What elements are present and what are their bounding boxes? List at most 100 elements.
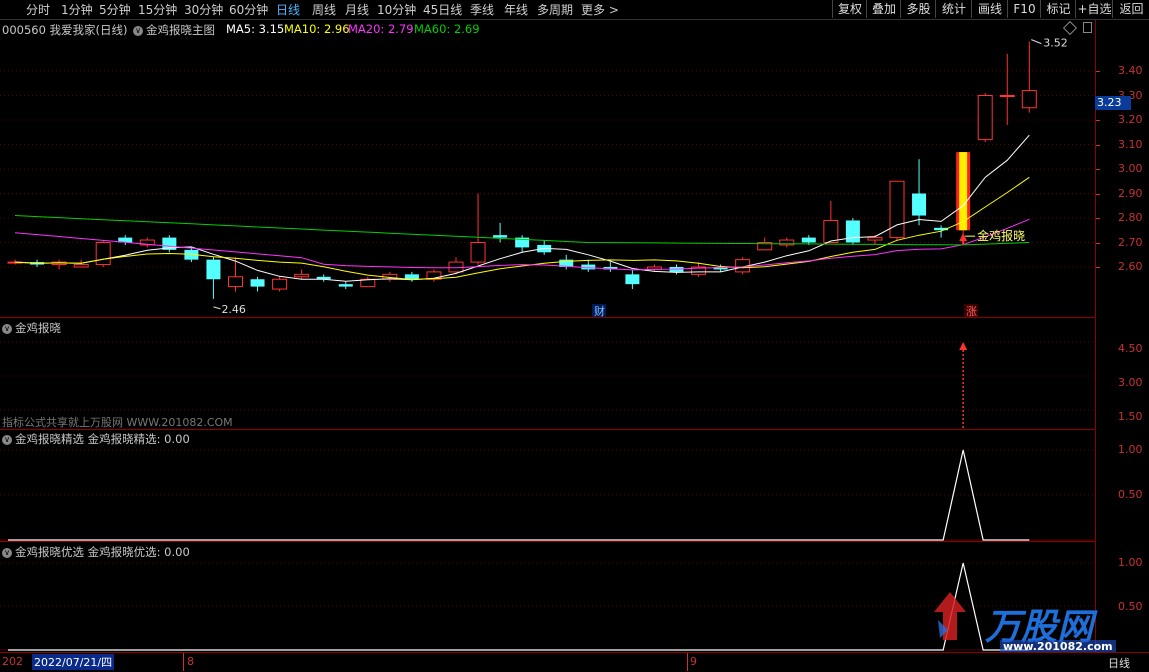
candle[interactable] — [316, 274, 331, 282]
toolbar-button[interactable]: F10 — [1007, 0, 1041, 18]
period-tab[interactable]: 更多 > — [581, 1, 619, 18]
candle[interactable] — [912, 159, 927, 226]
candle[interactable] — [294, 269, 310, 280]
period-tab[interactable]: 45日线 — [423, 1, 462, 18]
candle[interactable] — [581, 259, 596, 272]
period-tab[interactable]: 季线 — [470, 1, 494, 18]
candle[interactable] — [95, 240, 111, 267]
month-label: 9 — [690, 655, 697, 668]
candle[interactable] — [118, 235, 133, 245]
candle[interactable] — [625, 269, 640, 290]
price-tick: 2.80 — [1118, 211, 1143, 224]
svg-text:财: 财 — [594, 304, 605, 317]
tick-mark — [1096, 144, 1100, 146]
period-tab[interactable]: 1分钟 — [61, 1, 93, 18]
signal-label: 金鸡报晓 — [977, 228, 1025, 243]
candle[interactable] — [493, 222, 508, 243]
period-tab[interactable]: 年线 — [504, 1, 528, 18]
p2-ytick: 0.50 — [1118, 488, 1143, 501]
candle[interactable] — [537, 240, 552, 255]
price-tick: 2.60 — [1118, 260, 1143, 273]
high-price-label: 3.52 — [1043, 37, 1068, 50]
candle[interactable] — [51, 259, 67, 270]
candle[interactable] — [272, 276, 288, 292]
date-axis: 202 2022/07/21/四 8 9 日线 — [0, 652, 1149, 672]
candle[interactable] — [360, 276, 376, 288]
logo-arrow-icon — [930, 590, 970, 650]
svg-text:涨: 涨 — [966, 305, 977, 317]
price-axis: 3.40 3.30 3.20 3.10 3.00 2.90 2.80 2.70 2.60 — [1096, 20, 1149, 317]
toolbar-button[interactable]: +自选 — [1075, 0, 1113, 18]
candlestick-chart[interactable]: 3.52 2.46 金鸡报晓财 涨 — [0, 20, 1095, 317]
toolbar-button[interactable]: 复权 — [832, 0, 867, 18]
price-tick: 3.40 — [1118, 64, 1143, 77]
cursor-date: 2022/07/21/四 — [32, 654, 115, 670]
tick-mark — [1096, 71, 1100, 72]
period-tab[interactable]: 60分钟 — [229, 1, 268, 18]
month-tick — [687, 653, 688, 671]
up-arrow-icon — [959, 342, 968, 350]
candle[interactable] — [426, 269, 442, 282]
candle[interactable] — [139, 237, 155, 248]
tick-mark — [1096, 218, 1100, 219]
period-tab[interactable]: 分时 — [26, 1, 50, 18]
month-tick — [183, 653, 184, 671]
p2-ytick: 1.00 — [1118, 443, 1143, 456]
price-tick: 3.00 — [1118, 162, 1143, 175]
price-tick: 2.90 — [1118, 186, 1143, 200]
candle[interactable] — [977, 93, 993, 143]
candle[interactable] — [470, 193, 486, 265]
candle[interactable] — [206, 257, 221, 299]
price-tick: 2.70 — [1118, 235, 1143, 249]
candle[interactable] — [162, 235, 177, 253]
toolbar-button[interactable]: 多股 — [900, 0, 936, 18]
period-tab[interactable]: 日线 — [276, 1, 300, 18]
toolbar-button[interactable]: 返回 — [1112, 0, 1149, 18]
low-price-label: 2.46 — [221, 303, 246, 316]
candle[interactable] — [779, 237, 795, 248]
finance-badge[interactable]: 财 — [592, 304, 606, 317]
p3-ytick: 0.50 — [1118, 600, 1143, 613]
toolbar-button[interactable]: 标记 — [1040, 0, 1076, 18]
period-tab[interactable]: 15分钟 — [138, 1, 177, 18]
date-cut-label: 202 — [2, 655, 23, 668]
candle[interactable] — [404, 271, 419, 282]
candle[interactable] — [515, 235, 530, 253]
tick-mark — [1096, 242, 1100, 244]
toolbar-button[interactable]: 画线 — [971, 0, 1008, 18]
limit-up-badge[interactable]: 涨 — [964, 304, 978, 317]
period-label: 日线 — [1108, 657, 1130, 670]
panel-toggle-icon[interactable] — [1083, 22, 1092, 33]
candle[interactable] — [889, 180, 905, 241]
toolbar-button[interactable]: 叠加 — [866, 0, 901, 18]
candle[interactable] — [250, 276, 265, 292]
candle[interactable] — [228, 257, 243, 292]
period-tab[interactable]: 多周期 — [537, 1, 573, 18]
indicator-panel-2[interactable] — [0, 430, 1095, 541]
period-tab[interactable]: 月线 — [345, 1, 369, 18]
tick-mark — [1096, 120, 1100, 121]
candle[interactable] — [956, 152, 971, 236]
current-price-tag: 3.23 — [1095, 96, 1131, 110]
candle[interactable] — [999, 53, 1015, 125]
candle[interactable] — [1021, 41, 1037, 113]
price-tick: 3.10 — [1118, 137, 1143, 151]
toolbar-button[interactable]: 统计 — [935, 0, 972, 18]
period-tab[interactable]: 30分钟 — [184, 1, 223, 18]
indicator-panel-1[interactable] — [0, 318, 1095, 429]
candle[interactable] — [603, 262, 618, 272]
p3-ytick: 1.00 — [1118, 556, 1143, 569]
period-tab[interactable]: 10分钟 — [377, 1, 416, 18]
price-tick: 3.20 — [1118, 113, 1143, 126]
p1-ytick: 4.50 — [1118, 342, 1143, 355]
candle[interactable] — [823, 200, 839, 243]
tick-mark — [1096, 193, 1100, 195]
p1-ytick: 3.00 — [1118, 376, 1143, 389]
candle[interactable] — [845, 218, 860, 245]
period-tab[interactable]: 周线 — [312, 1, 336, 18]
tick-mark — [1096, 169, 1100, 170]
candle[interactable] — [338, 281, 353, 290]
p1-ytick: 1.50 — [1118, 410, 1143, 423]
period-tab[interactable]: 5分钟 — [99, 1, 131, 18]
ma5-line — [14, 134, 1030, 282]
